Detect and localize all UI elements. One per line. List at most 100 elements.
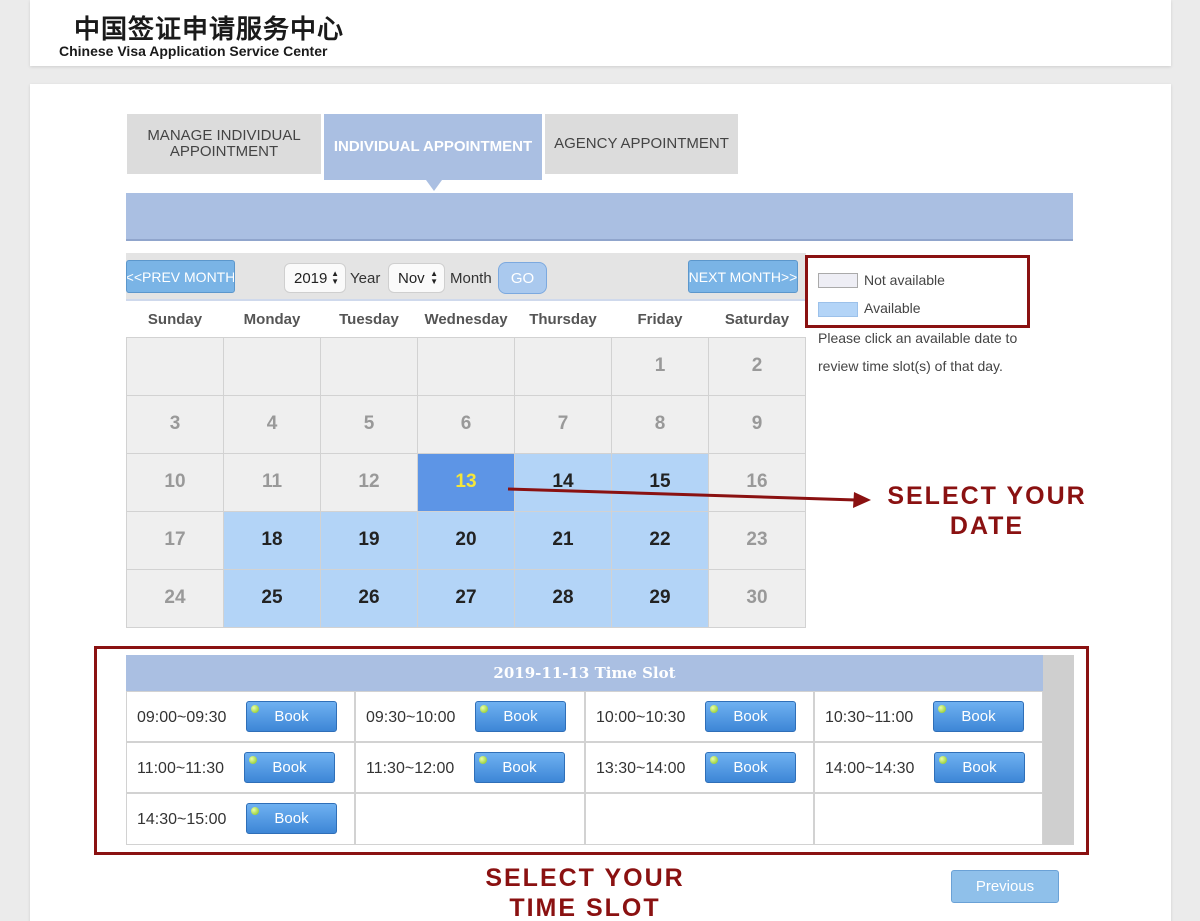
logo-chinese-text: 中国签证申请服务中心 [74, 15, 345, 45]
calendar-grid: Sunday Monday Tuesday Wednesday Thursday… [126, 303, 806, 628]
logo-english-text: Chinese Visa Application Service Center [59, 43, 328, 59]
book-button[interactable]: Book [705, 701, 796, 732]
slot-time: 14:00~14:30 [825, 760, 915, 777]
next-month-button[interactable]: NEXT MONTH>> [688, 260, 798, 293]
previous-button[interactable]: Previous [951, 870, 1059, 903]
book-button[interactable]: Book [475, 701, 566, 732]
book-button[interactable]: Book [705, 752, 796, 783]
select-date-line2: DATE [949, 512, 1025, 540]
prev-month-button[interactable]: <<PREV MONTH [126, 260, 235, 293]
calendar-day-available[interactable]: 21 [514, 510, 612, 570]
year-label: Year [350, 270, 381, 287]
year-select-value: 2019 [294, 269, 328, 287]
select-arrows-icon: ▲ ▼ [331, 269, 339, 286]
calendar-day-available[interactable]: 29 [611, 568, 709, 628]
calendar-day-cell: 9 [708, 394, 806, 454]
book-label: Book [274, 708, 309, 725]
book-label: Book [274, 810, 309, 827]
time-slot-cell: 11:00~11:30 Book [126, 742, 355, 793]
tab-manage-individual-appointment[interactable]: MANAGE INDIVIDUAL APPOINTMENT [127, 114, 321, 174]
status-led-icon [939, 756, 947, 764]
book-label: Book [272, 759, 307, 776]
weekday-sunday: Sunday [126, 303, 224, 337]
status-led-icon [479, 756, 487, 764]
time-slot-panel: 2019-11-13 Time Slot 09:00~09:30 Book 09… [126, 655, 1074, 845]
calendar-day-available[interactable]: 28 [514, 568, 612, 628]
book-label: Book [502, 759, 537, 776]
month-select[interactable]: Nov ▲ ▼ [388, 263, 445, 293]
time-slot-title: 2019-11-13 Time Slot [126, 655, 1043, 691]
time-slot-cell: 09:30~10:00 Book [355, 691, 585, 742]
calendar-day-available[interactable]: 26 [320, 568, 418, 628]
calendar-day-available[interactable]: 18 [223, 510, 321, 570]
book-button[interactable]: Book [933, 701, 1024, 732]
weekday-thursday: Thursday [514, 303, 612, 337]
calendar-day-cell: 11 [223, 452, 321, 512]
time-slot-cell: 11:30~12:00 Book [355, 742, 585, 793]
calendar-week-row: 3 4 5 6 7 8 9 [126, 394, 806, 454]
calendar-day-available[interactable]: 25 [223, 568, 321, 628]
month-label: Month [450, 270, 492, 287]
weekday-wednesday: Wednesday [417, 303, 515, 337]
calendar-day-cell: 3 [126, 394, 224, 454]
status-led-icon [251, 807, 259, 815]
time-slot-cell: 14:00~14:30 Book [814, 742, 1043, 793]
calendar-day-cell: 8 [611, 394, 709, 454]
time-slot-empty-cell [585, 793, 814, 845]
calendar-day-available[interactable]: 19 [320, 510, 418, 570]
time-slot-cell: 10:00~10:30 Book [585, 691, 814, 742]
calendar-day-available[interactable]: 27 [417, 568, 515, 628]
slot-time: 11:00~11:30 [137, 760, 225, 777]
book-label: Book [962, 759, 997, 776]
weekday-saturday: Saturday [708, 303, 806, 337]
calendar-day-cell: 7 [514, 394, 612, 454]
status-led-icon [710, 756, 718, 764]
legend-highlight-frame [805, 255, 1030, 328]
slot-time: 13:30~14:00 [596, 760, 686, 777]
calendar-day-cell: 23 [708, 510, 806, 570]
calendar-day-available[interactable]: 20 [417, 510, 515, 570]
book-button[interactable]: Book [474, 752, 565, 783]
year-select[interactable]: 2019 ▲ ▼ [284, 263, 346, 293]
tab-agency-appointment[interactable]: AGENCY APPOINTMENT [545, 114, 738, 174]
calendar-day-cell [126, 336, 224, 396]
select-slot-line1: SELECT YOUR [485, 864, 685, 892]
book-button[interactable]: Book [934, 752, 1025, 783]
calendar-day-cell [320, 336, 418, 396]
calendar-week-row: 24 25 26 27 28 29 30 [126, 568, 806, 628]
not-available-swatch [818, 273, 858, 288]
time-slot-cell: 09:00~09:30 Book [126, 691, 355, 742]
time-slot-cell: 10:30~11:00 Book [814, 691, 1043, 742]
slot-time: 14:30~15:00 [137, 811, 227, 828]
slot-time: 09:00~09:30 [137, 709, 227, 726]
slot-time: 11:30~12:00 [366, 760, 455, 777]
weekday-tuesday: Tuesday [320, 303, 418, 337]
go-button[interactable]: GO [498, 262, 547, 294]
calendar-day-cell [223, 336, 321, 396]
calendar-day-cell [514, 336, 612, 396]
calendar-day-cell [417, 336, 515, 396]
status-led-icon [251, 705, 259, 713]
select-arrows-icon: ▲ ▼ [430, 269, 438, 286]
select-date-annotation: SELECT YOUR DATE [885, 481, 1089, 541]
book-button[interactable]: Book [246, 701, 337, 732]
tab-individual-appointment[interactable]: INDIVIDUAL APPOINTMENT [324, 114, 542, 180]
site-header: 中国签证申请服务中心 Chinese Visa Application Serv… [30, 0, 1171, 66]
slot-time: 09:30~10:00 [366, 709, 456, 726]
book-button[interactable]: Book [246, 803, 337, 834]
month-select-value: Nov [398, 269, 425, 287]
book-button[interactable]: Book [244, 752, 335, 783]
select-time-slot-annotation: SELECT YOUR TIME SLOT [470, 863, 700, 921]
book-label: Book [733, 708, 768, 725]
select-date-line1: SELECT YOUR [887, 482, 1087, 510]
select-slot-line2: TIME SLOT [509, 894, 661, 921]
calendar-day-cell: 30 [708, 568, 806, 628]
legend-not-available: Not available [864, 272, 945, 288]
status-led-icon [710, 705, 718, 713]
slot-time: 10:30~11:00 [825, 709, 914, 726]
book-label: Book [733, 759, 768, 776]
calendar-day-available[interactable]: 22 [611, 510, 709, 570]
select-date-arrow-icon [507, 487, 871, 508]
status-led-icon [249, 756, 257, 764]
calendar-day-cell: 1 [611, 336, 709, 396]
